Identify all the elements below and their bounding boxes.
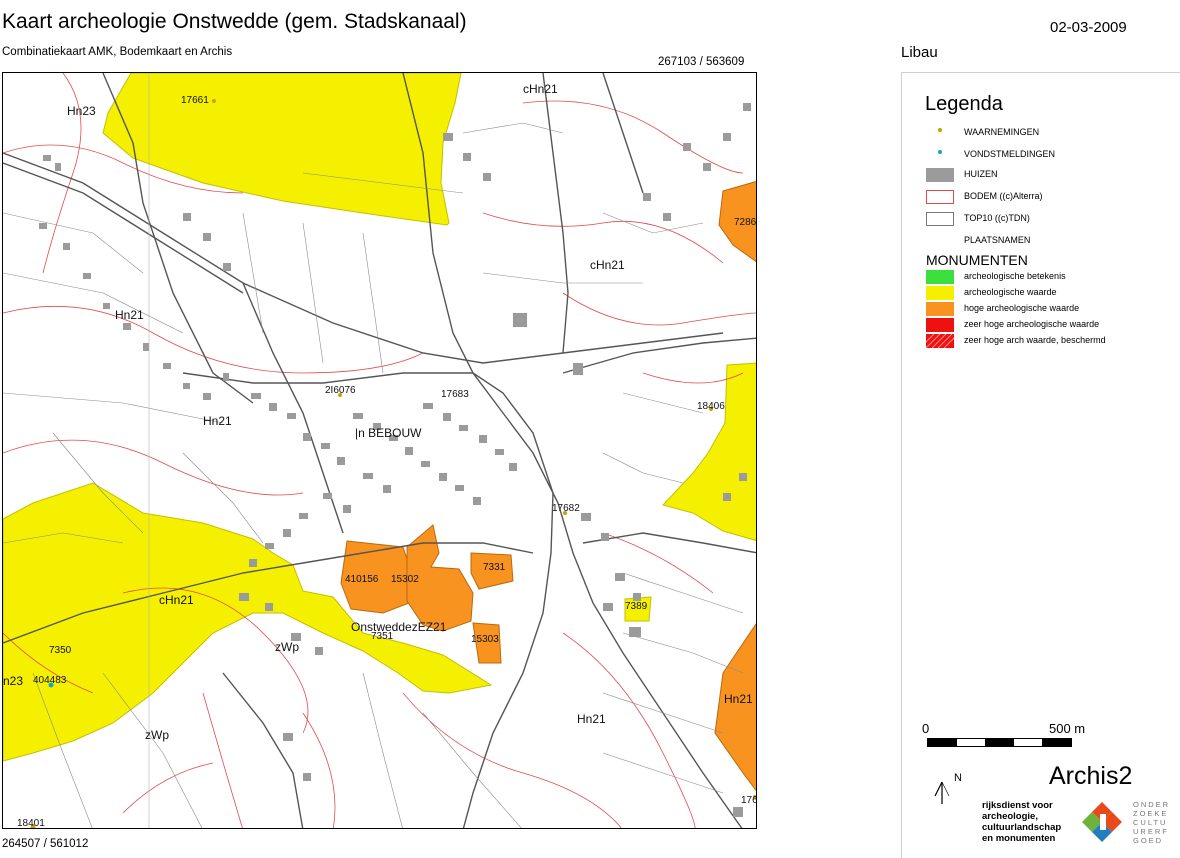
- num-7350: 7350: [49, 645, 72, 656]
- grey-box-icon: [926, 168, 954, 182]
- label-hn23: Hn23: [67, 104, 96, 118]
- coordinate-bottom-left: 264507 / 561012: [2, 838, 89, 850]
- rce-text: rijksdienst voor archeologie, cultuurlan…: [982, 800, 1062, 844]
- onderzoek-text: ONDER ZOEKE CULTU URERF GOED: [1133, 800, 1171, 845]
- label-zwp-2: zWp: [145, 728, 169, 742]
- red-outline-box-icon: [926, 190, 954, 204]
- num-15302: 15302: [391, 574, 419, 585]
- archis-logo-text: Archis2: [1049, 762, 1133, 790]
- north-label: N: [954, 772, 962, 784]
- place-name: Libau: [901, 44, 938, 61]
- monumenten-title: MONUMENTEN: [926, 252, 1028, 268]
- yellow-dot-icon: [938, 128, 942, 132]
- cyan-dot-icon: [938, 150, 942, 154]
- label-onstwedde: OnstweddezEZ21: [351, 620, 447, 634]
- label-bebouw: |n BEBOUW: [355, 426, 422, 440]
- label-hn21-mid: Hn21: [203, 414, 232, 428]
- label-hn21-right: Hn21: [724, 692, 753, 706]
- num-17661: 17661: [181, 95, 209, 106]
- area-north: [102, 73, 462, 226]
- label-hn21-bottom: Hn21: [577, 712, 606, 726]
- scale-bar: [927, 738, 1072, 747]
- scale-start-label: 0: [922, 721, 930, 736]
- red-swatch-icon: [926, 318, 954, 332]
- num-7331: 7331: [483, 562, 506, 573]
- label-chn21-top: cHn21: [523, 82, 558, 96]
- num-17682: 17682: [552, 503, 580, 514]
- num-404483: 404483: [33, 675, 67, 686]
- num-15303: 15303: [471, 634, 499, 645]
- num-18401: 18401: [17, 818, 45, 829]
- map-title: Kaart archeologie Onstwedde (gem. Stadsk…: [2, 10, 467, 33]
- num-176: 176: [741, 795, 757, 806]
- map-subtitle: Combinatiekaart AMK, Bodemkaart en Archi…: [2, 46, 233, 58]
- yellow-swatch-icon: [926, 286, 954, 300]
- num-7351: 7351: [371, 631, 394, 642]
- num-410156: 410156: [345, 574, 379, 585]
- coordinate-top-right: 267103 / 563609: [658, 56, 745, 68]
- red-hatched-swatch-icon: [926, 334, 954, 348]
- label-chn21-right: cHn21: [590, 258, 625, 272]
- area-hn21-right: [714, 623, 756, 792]
- label-chn21-left: cHn21: [159, 593, 194, 607]
- num-18406: 18406: [697, 401, 725, 412]
- north-arrow-icon: [934, 781, 950, 804]
- scale-end-label: 500 m: [1049, 721, 1086, 736]
- num-17683: 17683: [441, 389, 469, 400]
- num-7286: 7286: [734, 217, 757, 228]
- num-7389: 7389: [625, 601, 648, 612]
- map-frame[interactable]: Hn23 cHn21 cHn21 Hn21 Hn21 |n BEBOUW cHn…: [2, 72, 757, 829]
- yellow-areas: [3, 73, 756, 762]
- orange-swatch-icon: [926, 302, 954, 316]
- legend-title: Legenda: [925, 93, 1003, 115]
- area-east: [662, 362, 756, 541]
- grey-outline-box-icon: [926, 212, 954, 226]
- label-n23: n23: [3, 674, 23, 688]
- label-hn21-left: Hn21: [115, 308, 144, 322]
- num-2i6076: 2I6076: [325, 385, 356, 396]
- green-swatch-icon: [926, 270, 954, 284]
- rce-logo-icon: [1082, 802, 1122, 842]
- label-zwp-1: zWp: [275, 640, 299, 654]
- map-date: 02-03-2009: [1050, 19, 1127, 36]
